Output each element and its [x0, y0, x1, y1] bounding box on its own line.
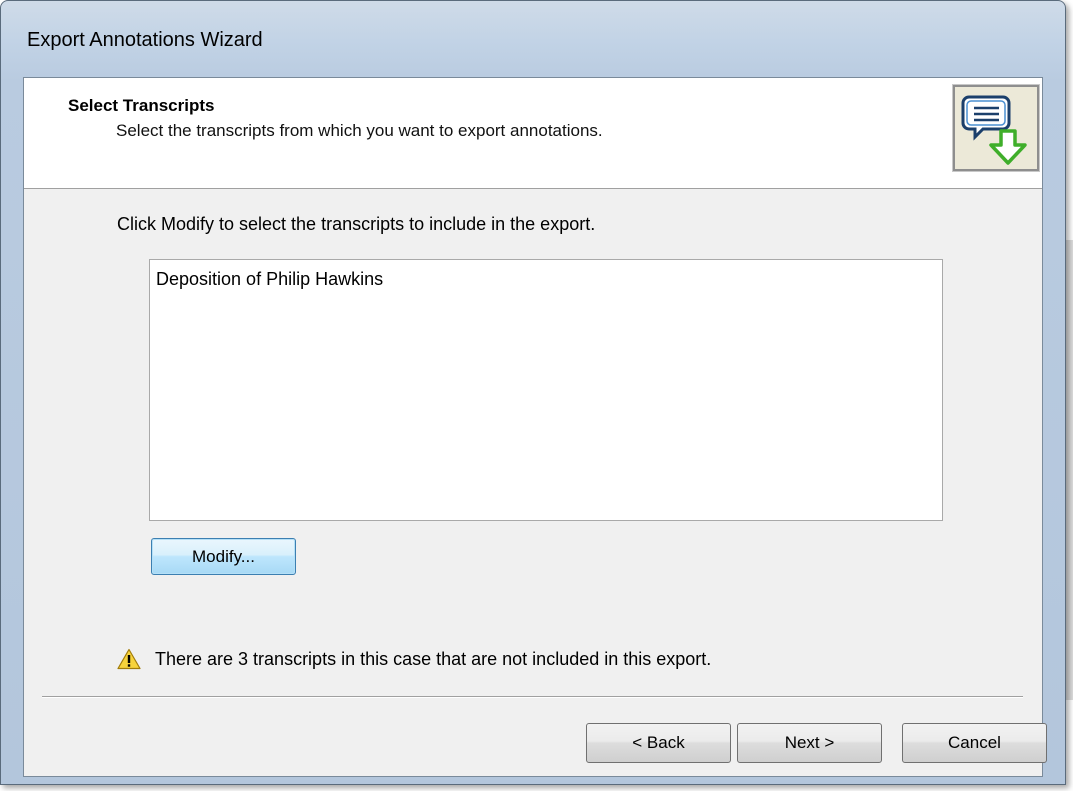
dialog-client-area: Select Transcripts Select the transcript…: [23, 77, 1047, 777]
background-window-edge: [1066, 240, 1073, 700]
footer-divider: [42, 696, 1023, 698]
page-title: Select Transcripts: [68, 96, 215, 115]
cancel-button[interactable]: Cancel: [902, 723, 1047, 763]
annotation-export-icon: [952, 84, 1040, 172]
wizard-header: Select Transcripts Select the transcript…: [24, 78, 1042, 189]
transcript-listbox[interactable]: Deposition of Philip Hawkins: [149, 259, 943, 521]
warning-icon: [117, 648, 141, 670]
instruction-text: Click Modify to select the transcripts t…: [117, 214, 596, 234]
warning-text: There are 3 transcripts in this case tha…: [155, 648, 712, 669]
back-button[interactable]: < Back: [586, 723, 731, 763]
wizard-window: Export Annotations Wizard Select Transcr…: [0, 0, 1066, 785]
list-item[interactable]: Deposition of Philip Hawkins: [156, 269, 383, 290]
modify-button[interactable]: Modify...: [151, 538, 296, 575]
window-title: Export Annotations Wizard: [27, 29, 263, 51]
page-subtitle: Select the transcripts from which you wa…: [116, 121, 603, 140]
warning-message: There are 3 transcripts in this case tha…: [117, 648, 711, 670]
title-bar[interactable]: Export Annotations Wizard: [1, 1, 1065, 77]
next-button[interactable]: Next >: [737, 723, 882, 763]
